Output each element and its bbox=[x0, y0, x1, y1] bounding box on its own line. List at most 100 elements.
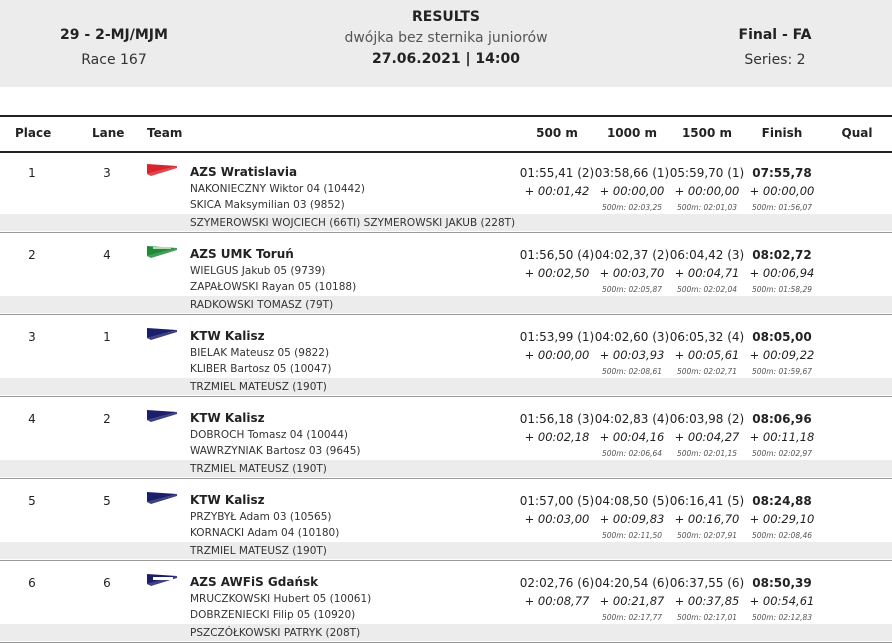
lane-value: 3 bbox=[103, 166, 111, 180]
table-row: 6 6 AZS AWFiS Gdańsk MRUCZKOWSKI Hubert 05 … bbox=[0, 561, 892, 643]
place-value: 6 bbox=[28, 576, 36, 590]
finish-time: 08:24,88 bbox=[752, 494, 812, 508]
s1000-pace: 500m: 02:05,87 bbox=[601, 285, 663, 294]
athlete-2: DOBRZENIECKI Filip 05 (10920) bbox=[190, 609, 356, 621]
athlete-2: ZAPAŁOWSKI Rayan 05 (10188) bbox=[190, 281, 357, 293]
lane-value: 2 bbox=[103, 412, 111, 426]
finish-diff: + 00:09,22 bbox=[749, 348, 815, 362]
series-label: Series: 2 bbox=[744, 52, 806, 68]
finish-diff: + 00:00,00 bbox=[749, 184, 815, 198]
finish-diff: + 00:29,10 bbox=[749, 512, 815, 526]
athlete-2: WAWRZYNIAK Bartosz 03 (9645) bbox=[190, 445, 361, 457]
s1000-diff: + 00:09,83 bbox=[599, 512, 665, 526]
coach-bar: PSZCZÓŁKOWSKI PATRYK (208T) bbox=[0, 624, 892, 641]
s1000-time: 04:02,60 (3) bbox=[594, 330, 670, 344]
club-flag-icon bbox=[147, 246, 177, 258]
team-name: AZS Wratislavia bbox=[190, 165, 298, 179]
athlete-2: SKICA Maksymilian 03 (9852) bbox=[190, 199, 345, 211]
col-team: Team bbox=[147, 126, 183, 140]
team-name: AZS UMK Toruń bbox=[190, 247, 294, 261]
s1500-pace: 500m: 02:01,03 bbox=[676, 203, 738, 212]
finish-pace: 500m: 02:02,97 bbox=[751, 449, 813, 458]
s1000-diff: + 00:03,93 bbox=[599, 348, 665, 362]
coach-names: TRZMIEL MATEUSZ (190T) bbox=[190, 463, 327, 475]
final-info: Final - FA Series: 2 bbox=[660, 26, 890, 70]
column-headers: Place Lane Team 500 m 1000 m 1500 m Fini… bbox=[0, 115, 892, 153]
s1500-time: 06:05,32 (4) bbox=[669, 330, 745, 344]
table-row: 3 1 KTW Kalisz BIELAK Mateusz 05 (9822) KLIB… bbox=[0, 315, 892, 397]
s1000-time: 04:02,37 (2) bbox=[594, 248, 670, 262]
s1500-diff: + 00:37,85 bbox=[674, 594, 740, 608]
s1500-time: 05:59,70 (1) bbox=[669, 166, 745, 180]
s1000-diff: + 00:00,00 bbox=[599, 184, 665, 198]
s1000-pace: 500m: 02:08,61 bbox=[601, 367, 663, 376]
coach-names: PSZCZÓŁKOWSKI PATRYK (208T) bbox=[190, 627, 361, 639]
finish-time: 07:55,78 bbox=[752, 166, 812, 180]
s1500-time: 06:03,98 (2) bbox=[669, 412, 745, 426]
team-name: AZS AWFiS Gdańsk bbox=[190, 575, 319, 589]
results-header: 29 - 2-MJ/MJM Race 167 RESULTS dwójka be… bbox=[0, 0, 892, 87]
athlete-1: BIELAK Mateusz 05 (9822) bbox=[190, 347, 330, 359]
s500-diff: + 00:02,50 bbox=[524, 266, 590, 280]
team-name: KTW Kalisz bbox=[190, 329, 265, 343]
finish-diff: + 00:54,61 bbox=[749, 594, 815, 608]
s500-time: 01:55,41 (2) bbox=[519, 166, 595, 180]
coach-names: TRZMIEL MATEUSZ (190T) bbox=[190, 381, 327, 393]
s500-time: 01:57,00 (5) bbox=[519, 494, 595, 508]
col-1500m: 1500 m bbox=[681, 126, 733, 140]
club-flag-icon bbox=[147, 328, 177, 340]
finish-pace: 500m: 01:58,29 bbox=[751, 285, 813, 294]
coach-names: SZYMEROWSKI WOJCIECH (66TI) SZYMEROWSKI … bbox=[190, 217, 516, 229]
team-name: KTW Kalisz bbox=[190, 411, 265, 425]
col-place: Place bbox=[15, 126, 52, 140]
s1500-time: 06:37,55 (6) bbox=[669, 576, 745, 590]
s500-diff: + 00:01,42 bbox=[524, 184, 590, 198]
athlete-2: KORNACKI Adam 04 (10180) bbox=[190, 527, 340, 539]
athlete-1: NAKONIECZNY Wiktor 04 (10442) bbox=[190, 183, 365, 195]
place-value: 4 bbox=[28, 412, 36, 426]
finish-time: 08:50,39 bbox=[752, 576, 812, 590]
final-label: Final - FA bbox=[738, 27, 812, 43]
s1000-pace: 500m: 02:06,64 bbox=[601, 449, 663, 458]
s500-time: 01:53,99 (1) bbox=[519, 330, 595, 344]
s500-time: 01:56,18 (3) bbox=[519, 412, 595, 426]
athlete-1: DOBROCH Tomasz 04 (10044) bbox=[190, 429, 349, 441]
s1000-diff: + 00:21,87 bbox=[599, 594, 665, 608]
s1500-pace: 500m: 02:02,71 bbox=[676, 367, 738, 376]
s500-time: 01:56,50 (4) bbox=[519, 248, 595, 262]
col-finish: Finish bbox=[761, 126, 803, 140]
finish-pace: 500m: 02:08,46 bbox=[751, 531, 813, 540]
s1500-pace: 500m: 02:17,01 bbox=[676, 613, 738, 622]
club-flag-icon bbox=[147, 574, 177, 586]
lane-value: 5 bbox=[103, 494, 111, 508]
lane-value: 4 bbox=[103, 248, 111, 262]
s1000-pace: 500m: 02:03,25 bbox=[601, 203, 663, 212]
s1500-time: 06:04,42 (3) bbox=[669, 248, 745, 262]
coach-bar: SZYMEROWSKI WOJCIECH (66TI) SZYMEROWSKI … bbox=[0, 214, 892, 231]
col-500m: 500 m bbox=[536, 126, 578, 140]
col-qual: Qual bbox=[841, 126, 873, 140]
col-lane: Lane bbox=[92, 126, 125, 140]
s1500-diff: + 00:04,71 bbox=[674, 266, 740, 280]
finish-diff: + 00:06,94 bbox=[749, 266, 815, 280]
table-row: 5 5 KTW Kalisz PRZYBYŁ Adam 03 (10565) KORNA… bbox=[0, 479, 892, 561]
coach-names: TRZMIEL MATEUSZ (190T) bbox=[190, 545, 327, 557]
s1500-diff: + 00:05,61 bbox=[674, 348, 740, 362]
s1000-time: 04:02,83 (4) bbox=[594, 412, 670, 426]
coach-bar: TRZMIEL MATEUSZ (190T) bbox=[0, 460, 892, 477]
finish-pace: 500m: 01:59,67 bbox=[751, 367, 813, 376]
s500-time: 02:02,76 (6) bbox=[519, 576, 595, 590]
s1500-pace: 500m: 02:07,91 bbox=[676, 531, 738, 540]
club-flag-icon bbox=[147, 164, 177, 176]
finish-time: 08:05,00 bbox=[752, 330, 812, 344]
s1500-diff: + 00:16,70 bbox=[674, 512, 740, 526]
coach-names: RADKOWSKI TOMASZ (79T) bbox=[190, 299, 334, 311]
results-title: RESULTS bbox=[411, 9, 481, 25]
s1500-time: 06:16,41 (5) bbox=[669, 494, 745, 508]
s500-diff: + 00:03,00 bbox=[524, 512, 590, 526]
place-value: 2 bbox=[28, 248, 36, 262]
club-flag-icon bbox=[147, 410, 177, 422]
place-value: 1 bbox=[28, 166, 36, 180]
lane-value: 6 bbox=[103, 576, 111, 590]
coach-bar: TRZMIEL MATEUSZ (190T) bbox=[0, 542, 892, 559]
